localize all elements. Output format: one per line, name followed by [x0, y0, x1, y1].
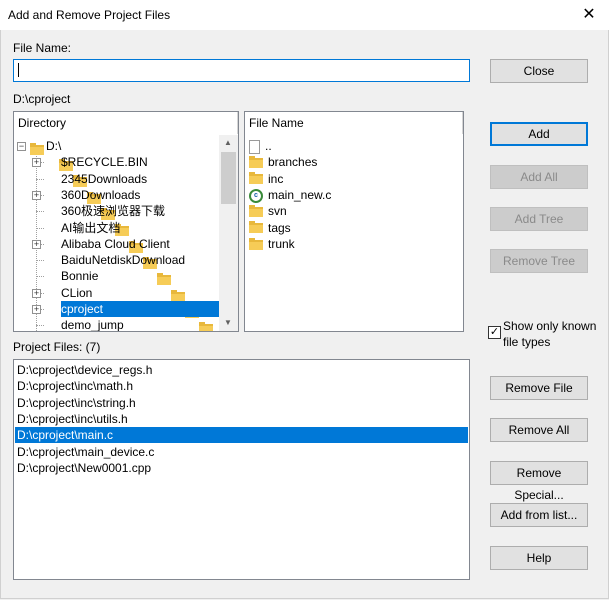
folder-icon	[199, 322, 213, 331]
directory-item[interactable]: Bonnie	[61, 268, 100, 284]
project-file-item[interactable]: D:\cproject\main.c	[15, 427, 468, 444]
file-rows: .. branches inc c main_new.csvn tags trunk	[245, 135, 463, 331]
add-button[interactable]: Add	[490, 122, 588, 146]
remove-tree-button[interactable]: Remove Tree	[490, 249, 588, 273]
file-item[interactable]: trunk	[249, 236, 295, 252]
directory-item[interactable]: demo_jump	[61, 317, 126, 331]
current-path: D:\cproject	[13, 92, 71, 106]
directory-item[interactable]: 360极速浏览器下载	[61, 203, 167, 219]
scroll-down-icon[interactable]: ▼	[224, 318, 232, 327]
folder-icon	[249, 221, 263, 234]
file-item[interactable]: ..	[249, 138, 272, 154]
show-known-label-line1: Show only known	[503, 319, 597, 333]
folder-icon	[30, 142, 44, 155]
folder-icon	[249, 156, 263, 169]
file-item-label: trunk	[268, 236, 295, 251]
file-name-input[interactable]	[13, 59, 470, 82]
expand-icon[interactable]: +	[32, 239, 41, 249]
tree-branch-line	[36, 276, 44, 278]
directory-list: − D:\ + $RECYCLE.BIN 2345Downloads +360Downlo…	[14, 135, 221, 331]
directory-tree[interactable]: Directory − D:\ + $RECYCLE.BIN 2345Downloads…	[13, 111, 239, 332]
project-file-item[interactable]: D:\cproject\inc\math.h	[15, 378, 468, 394]
scroll-thumb[interactable]	[221, 152, 236, 204]
file-name-label: File Name:	[13, 41, 72, 55]
tree-branch-line	[36, 227, 44, 229]
directory-header[interactable]: Directory	[14, 112, 238, 134]
window-title: Add and Remove Project Files	[8, 8, 171, 22]
directory-item[interactable]: $RECYCLE.BIN	[61, 154, 150, 170]
file-item-label: inc	[268, 171, 284, 186]
project-files-label: Project Files: (7)	[13, 340, 101, 354]
folder-icon	[249, 172, 263, 185]
show-known-label-line2: file types	[503, 335, 551, 349]
text-caret	[18, 63, 19, 77]
expand-icon[interactable]: +	[32, 305, 41, 314]
close-button[interactable]: Close	[490, 59, 588, 83]
directory-item[interactable]: cproject	[61, 301, 221, 317]
tree-branch-line	[36, 325, 44, 327]
expand-icon[interactable]: +	[32, 158, 41, 168]
file-item[interactable]: tags	[249, 220, 291, 236]
close-window-icon[interactable]: ✕	[574, 4, 604, 26]
add-all-button[interactable]: Add All	[490, 165, 588, 189]
project-file-item[interactable]: D:\cproject\inc\utils.h	[15, 411, 468, 427]
directory-item[interactable]: 360Downloads	[61, 187, 142, 203]
project-file-item[interactable]: D:\cproject\device_regs.h	[15, 362, 468, 378]
file-item[interactable]: inc	[249, 171, 283, 187]
project-files-list[interactable]: D:\cproject\device_regs.h D:\cproject\inc…	[13, 359, 470, 580]
add-tree-button[interactable]: Add Tree	[490, 207, 588, 231]
folder-icon	[157, 273, 171, 286]
directory-item[interactable]: CLion	[61, 285, 94, 301]
help-button[interactable]: Help	[490, 546, 588, 570]
file-item[interactable]: c main_new.c	[249, 187, 331, 203]
show-known-label: Show only known file types	[503, 318, 596, 350]
c-file-icon: c	[249, 188, 263, 203]
show-known-checkbox[interactable]: ✓	[488, 326, 501, 339]
folder-icon	[249, 205, 263, 218]
tree-branch-line	[36, 178, 44, 180]
file-item[interactable]: branches	[249, 154, 317, 170]
file-item-label: ..	[265, 139, 272, 153]
expand-icon[interactable]: +	[32, 288, 41, 298]
project-file-item[interactable]: D:\cproject\New0001.cpp	[15, 460, 468, 476]
scroll-up-icon[interactable]: ▲	[224, 138, 232, 147]
directory-item[interactable]: D:\	[46, 138, 63, 154]
remove-special-button[interactable]: Remove Special...	[490, 461, 588, 502]
project-file-item[interactable]: D:\cproject\main_device.c	[15, 444, 468, 460]
project-file-item[interactable]: D:\cproject\inc\string.h	[15, 395, 468, 411]
remove-file-button[interactable]: Remove File	[490, 376, 588, 400]
tree-branch-line	[36, 211, 44, 213]
file-item[interactable]: svn	[249, 203, 287, 219]
expand-icon[interactable]: +	[32, 190, 41, 200]
tree-branch-line	[36, 260, 44, 262]
directory-item[interactable]: AI输出文档	[61, 220, 122, 236]
collapse-icon[interactable]: −	[17, 142, 26, 151]
file-icon	[249, 139, 260, 154]
directory-item[interactable]: BaiduNetdiskDownload	[61, 252, 187, 268]
file-item-label: main_new.c	[268, 187, 332, 202]
remove-all-button[interactable]: Remove All	[490, 418, 588, 442]
directory-item[interactable]: 2345Downloads	[61, 171, 149, 187]
file-item-label: branches	[268, 155, 318, 170]
directory-scrollbar[interactable]: ▲ ▼	[219, 135, 238, 331]
file-item-label: tags	[268, 220, 291, 235]
file-name-header[interactable]: File Name	[245, 112, 463, 134]
folder-icon	[249, 237, 263, 250]
directory-item[interactable]: Alibaba Cloud Client	[61, 236, 172, 252]
add-from-list-button[interactable]: Add from list...	[490, 503, 588, 527]
file-item-label: svn	[268, 204, 287, 219]
file-list[interactable]: File Name .. branches inc c main_new.csvn tag…	[244, 111, 464, 332]
